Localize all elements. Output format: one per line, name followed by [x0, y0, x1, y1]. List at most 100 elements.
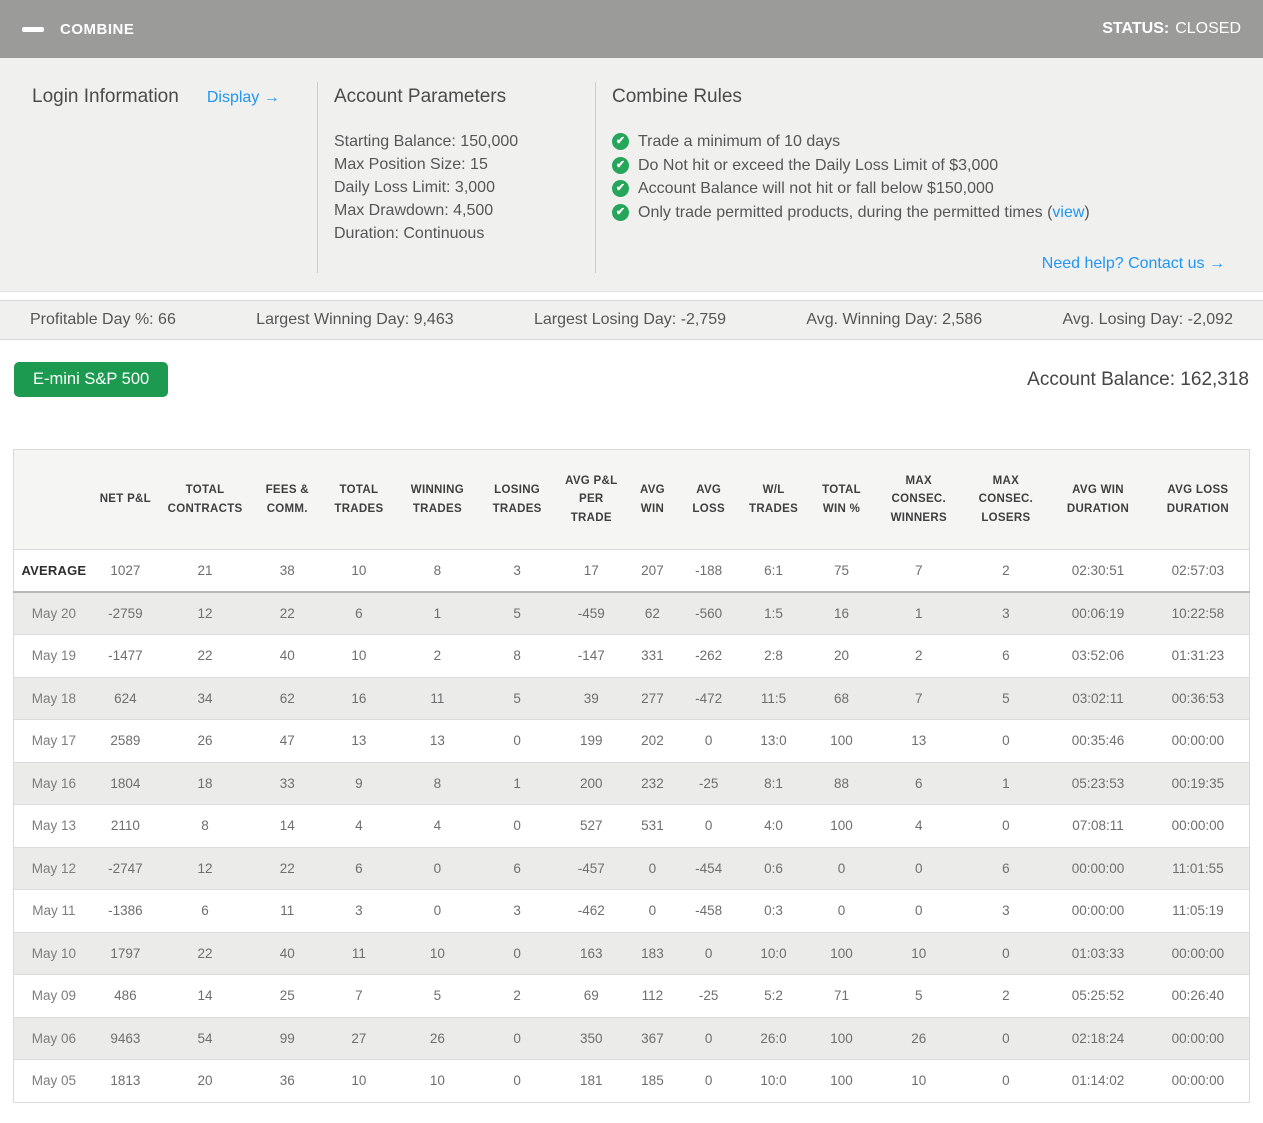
rule-text: Do Not hit or exceed the Daily Loss Limi…	[638, 156, 999, 174]
combine-rules-list: ✔ Trade a minimum of 10 days ✔ Do Not hi…	[612, 130, 1231, 224]
table-cell: 0	[396, 889, 479, 933]
display-link[interactable]: Display →	[207, 89, 280, 107]
table-cell: 10:0	[738, 1059, 809, 1103]
table-row: May 17 2589 26 47 13 13 0 199 202 0 13:0 100 13 0 00:3…	[13, 719, 1250, 763]
table-cell: 22	[156, 932, 254, 975]
account-parameters-list: Starting Balance: 150,000 Max Position S…	[334, 130, 579, 245]
contact-us-link[interactable]: Need help? Contact us →	[1042, 255, 1225, 272]
rule-text-before: Only trade permitted products, during th…	[638, 203, 1053, 221]
table-cell: 0	[626, 889, 679, 933]
stat-avg-winning-day: Avg. Winning Day: 2,586	[806, 311, 983, 328]
table-cell: 22	[253, 847, 322, 890]
titlebar-left: COMBINE	[22, 21, 134, 38]
table-cell: 10	[321, 634, 397, 678]
table-cell: 00:19:35	[1146, 762, 1250, 805]
column-header: MAX CONSEC. WINNERS	[874, 449, 963, 550]
row-label: May 18	[13, 677, 94, 720]
table-cell: 0	[808, 847, 875, 890]
table-cell: 185	[626, 1059, 679, 1103]
check-circle-icon: ✔	[612, 133, 629, 151]
table-cell: 00:00:00	[1049, 889, 1147, 933]
table-cell: 0	[478, 1017, 557, 1060]
column-header: TOTAL TRADES	[321, 449, 397, 550]
info-panel: Login Information Display → Account Para…	[0, 58, 1263, 292]
table-cell: 199	[556, 719, 627, 763]
table-cell: 531	[626, 804, 679, 848]
table-cell: 05:25:52	[1049, 974, 1147, 1018]
table-cell: 26	[396, 1017, 479, 1060]
table-cell: 9	[321, 762, 397, 805]
table-cell: 0	[478, 932, 557, 975]
table-cell: 40	[253, 932, 322, 975]
daily-stats-table-wrap: NET P&L TOTAL CONTRACTS FEES & COMM. TOTAL …	[13, 449, 1250, 1103]
table-cell: 88	[808, 762, 875, 805]
rule-text: Only trade permitted products, during th…	[638, 201, 1090, 225]
table-cell: 486	[93, 974, 157, 1018]
table-cell: 03:52:06	[1049, 634, 1147, 678]
table-cell: 34	[156, 677, 254, 720]
table-cell: 0:3	[738, 889, 809, 933]
table-cell: 16	[808, 592, 875, 635]
table-cell: 100	[808, 804, 875, 848]
table-cell: 624	[93, 677, 157, 720]
row-label: May 06	[13, 1017, 94, 1060]
view-link[interactable]: view	[1052, 204, 1084, 221]
table-cell: 2	[478, 974, 557, 1018]
table-cell: 0	[478, 1059, 557, 1103]
product-row: E-mini S&P 500 Account Balance: 162,318	[14, 362, 1249, 397]
table-cell: 10	[396, 1059, 479, 1103]
table-cell: 100	[808, 932, 875, 975]
table-cell: 4	[321, 804, 397, 848]
table-cell: 21	[156, 549, 254, 593]
rule-text-after: )	[1084, 203, 1090, 221]
table-cell: 6	[478, 847, 557, 890]
table-cell: 232	[626, 762, 679, 805]
table-cell: -462	[556, 889, 627, 933]
table-cell: 6	[962, 634, 1050, 678]
column-header	[13, 449, 94, 550]
product-button[interactable]: E-mini S&P 500	[14, 362, 169, 397]
table-cell: 71	[808, 974, 875, 1018]
column-header: W/L TRADES	[738, 449, 809, 550]
column-header: AVG P&L PER TRADE	[556, 449, 627, 550]
column-header: MAX CONSEC. LOSERS	[962, 449, 1050, 550]
row-label: May 12	[13, 847, 94, 890]
parameter-item: Max Position Size: 15	[334, 156, 488, 173]
table-cell: 0	[962, 1017, 1050, 1060]
table-cell: 11:05:19	[1146, 889, 1250, 933]
table-cell: 62	[253, 677, 322, 720]
combine-rules-section: Combine Rules ✔ Trade a minimum of 10 da…	[596, 82, 1247, 273]
table-cell: 2	[874, 634, 963, 678]
rule-item: ✔ Do Not hit or exceed the Daily Loss Li…	[612, 154, 1231, 178]
table-cell: 20	[156, 1059, 254, 1103]
table-cell: 0:6	[738, 847, 809, 890]
table-cell: 20	[808, 634, 875, 678]
table-cell: -458	[678, 889, 739, 933]
table-cell: 0	[808, 889, 875, 933]
table-cell: 16	[321, 677, 397, 720]
table-cell: 40	[253, 634, 322, 678]
table-cell: 69	[556, 974, 627, 1018]
table-cell: 0	[678, 1017, 739, 1060]
table-cell: 6	[156, 889, 254, 933]
table-cell: 277	[626, 677, 679, 720]
table-cell: -25	[678, 974, 739, 1018]
table-cell: 5	[478, 592, 557, 635]
table-cell: 2110	[93, 804, 157, 848]
table-cell: 0	[962, 1059, 1050, 1103]
table-cell: 2	[962, 974, 1050, 1018]
stat-largest-losing-day: Largest Losing Day: -2,759	[533, 311, 727, 328]
table-cell: 03:02:11	[1049, 677, 1147, 720]
table-cell: -560	[678, 592, 739, 635]
table-cell: 99	[253, 1017, 322, 1060]
table-cell: 100	[808, 719, 875, 763]
row-label: May 20	[13, 592, 94, 635]
table-cell: 350	[556, 1017, 627, 1060]
minimize-icon[interactable]	[22, 26, 44, 32]
table-row: May 10 1797 22 40 11 10 0 163 183 0 10:0 100 10 0 01:0…	[13, 932, 1250, 975]
table-cell: 00:00:00	[1146, 1059, 1250, 1103]
table-cell: 3	[962, 889, 1050, 933]
table-cell: 01:31:23	[1146, 634, 1250, 678]
table-cell: 00:00:00	[1146, 804, 1250, 848]
table-cell: -459	[556, 592, 627, 635]
